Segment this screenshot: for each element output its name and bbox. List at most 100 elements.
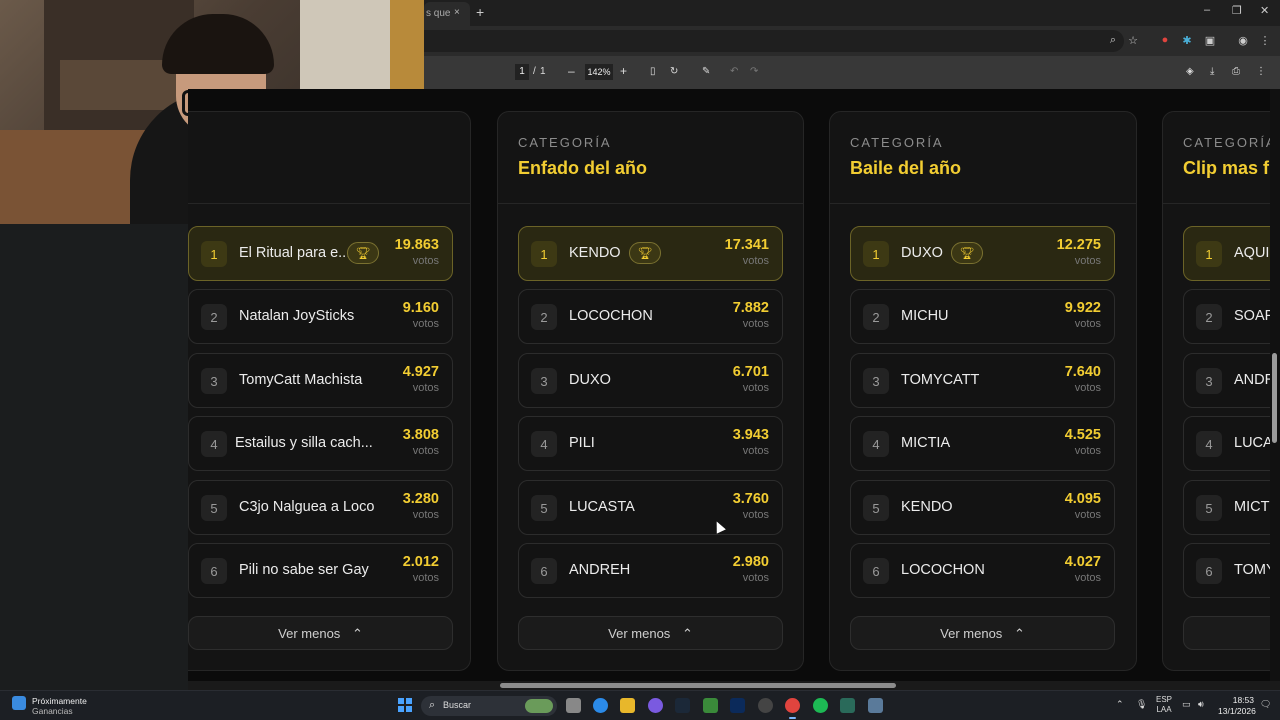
horizontal-scroll-thumb[interactable] [500, 683, 896, 688]
entry-name: El Ritual para e... [239, 245, 351, 261]
category-panel-baile: CATEGORÍA Baile del año 1 DUXO 🏆︎ 12.275… [829, 111, 1137, 671]
ranking-row: 5 MICT [1183, 480, 1270, 535]
extension-red-icon[interactable]: ● [1158, 34, 1172, 48]
vertical-scroll-thumb[interactable] [1272, 353, 1277, 443]
annotate-icon[interactable]: ✎ [702, 66, 710, 77]
category-header: CATEGORÍA Enfado del año [498, 112, 803, 204]
vote-label: votos [742, 445, 769, 457]
ver-menos-button[interactable]: Ver menos ⌃ [188, 616, 453, 650]
entry-name: Pili no sabe ser Gay [239, 562, 369, 578]
extensions-puzzle-icon[interactable]: ▣ [1203, 34, 1217, 48]
ver-menos-button[interactable] [1183, 616, 1270, 650]
vote-count: 7.882 votos [733, 300, 769, 330]
redo-icon[interactable]: ↷ [750, 66, 758, 77]
discord-icon[interactable] [648, 698, 663, 713]
vertical-scrollbar[interactable] [1270, 89, 1280, 681]
vote-label: votos [1074, 382, 1101, 394]
ver-menos-button[interactable]: Ver menos ⌃ [518, 616, 783, 650]
horizontal-scrollbar[interactable] [188, 681, 1280, 690]
chrome-icon[interactable] [785, 698, 800, 719]
vote-number: 4.095 [1064, 491, 1101, 507]
fit-page-icon[interactable]: ▯ [650, 66, 656, 77]
entry-name: Natalan JoySticks [239, 308, 355, 324]
category-label: CATEGORÍA [518, 135, 612, 150]
vote-label: votos [1074, 445, 1101, 457]
entry-name: PILI [569, 435, 595, 451]
app-icon[interactable] [868, 698, 883, 713]
maximize-button[interactable]: ❐ [1232, 4, 1242, 17]
rank-badge: 1 [863, 241, 889, 267]
ranking-row: 4 Estailus y silla cach... 3.808 votos [188, 416, 453, 471]
ranking-row: 2 MICHU 9.922 votos [850, 289, 1115, 344]
vote-count: 9.922 votos [1065, 300, 1101, 330]
profile-avatar-icon[interactable]: ◉ [1236, 34, 1250, 48]
category-title: Baile del año [850, 158, 962, 178]
photoshop-icon[interactable] [730, 698, 745, 713]
windows-logo-tile [398, 698, 404, 704]
file-explorer-icon[interactable] [620, 698, 635, 713]
zoom-level-input[interactable]: 142% [585, 64, 613, 80]
entry-name: C3jo Nalguea a Loco [239, 499, 375, 515]
more-options-icon[interactable]: ⋮ [1256, 66, 1266, 77]
browser-tab[interactable]: s que × [424, 2, 470, 26]
left-background-pane [0, 224, 188, 690]
undo-icon[interactable]: ↶ [730, 66, 738, 77]
print-icon[interactable]: ⎙ [1232, 66, 1240, 77]
network-icon[interactable]: ▭ [1182, 699, 1191, 710]
entry-name: ANDREH [569, 562, 631, 578]
save-to-drive-icon[interactable]: ◈ [1186, 66, 1194, 77]
tab-close-icon[interactable]: × [454, 7, 460, 18]
extension-blue-icon[interactable]: ✱ [1180, 34, 1194, 48]
vote-number: 3.808 [402, 427, 439, 443]
ranking-row: 3 TomyCatt Machista 4.927 votos [188, 353, 453, 408]
language-indicator[interactable]: ESP LAA [1156, 695, 1172, 715]
tab-title: s que [426, 8, 451, 19]
zoom-icon[interactable]: ⌕ [1106, 34, 1120, 48]
spotify-icon[interactable] [813, 698, 828, 713]
page-number-input[interactable]: 1 [515, 64, 529, 80]
excel-icon[interactable] [840, 698, 855, 713]
task-view-icon[interactable] [566, 698, 581, 713]
address-bar: ⌕ ☆ ● ✱ ▣ ◉ ⋮ [424, 26, 1280, 56]
vote-count: 17.341 votos [725, 237, 769, 267]
system-clock[interactable]: 18:53 13/1/2026 [1218, 695, 1256, 717]
vote-number: 4.927 [402, 364, 439, 380]
microphone-icon[interactable]: 🎙︎ [1136, 699, 1147, 710]
taskbar-search[interactable]: ⌕ Buscar [421, 696, 557, 716]
url-input[interactable] [424, 30, 1124, 52]
steam-icon[interactable] [675, 698, 690, 713]
xbox-icon[interactable] [703, 698, 718, 713]
volume-icon[interactable]: 🔊︎ [1198, 699, 1204, 710]
widgets-icon[interactable] [12, 696, 26, 710]
edge-icon[interactable] [593, 698, 608, 713]
widget-title[interactable]: Próximamente [32, 696, 87, 706]
bookmark-star-icon[interactable]: ☆ [1126, 34, 1140, 48]
chevron-up-icon: ⌃ [681, 626, 693, 641]
minimize-button[interactable]: – [1204, 4, 1210, 16]
close-window-button[interactable]: ✕ [1260, 4, 1269, 17]
widget-subtitle[interactable]: Ganancias [32, 706, 73, 716]
category-title: Enfado del año [518, 158, 648, 178]
zoom-in-button[interactable]: + [620, 64, 627, 78]
start-button[interactable] [398, 698, 412, 712]
entry-name: MICT [1234, 499, 1270, 515]
ver-menos-button[interactable]: Ver menos ⌃ [850, 616, 1115, 650]
category-header [188, 112, 470, 204]
vote-label: votos [412, 318, 439, 330]
vote-count: 6.701 votos [733, 364, 769, 394]
ver-menos-label: Ver menos [940, 626, 1003, 641]
rank-badge: 6 [201, 558, 227, 584]
notifications-icon[interactable]: 🗨︎ [1260, 699, 1271, 710]
tray-overflow-icon[interactable]: ⌃ [1116, 699, 1124, 710]
new-tab-button[interactable]: + [476, 4, 484, 20]
download-icon[interactable]: ⤓ [1210, 66, 1214, 77]
ranking-row: 5 C3jo Nalguea a Loco 3.280 votos [188, 480, 453, 535]
obs-icon[interactable] [758, 698, 773, 713]
ranking-row-winner: 1 El Ritual para e... 🏆︎ 19.863 votos [188, 226, 453, 281]
browser-menu-icon[interactable]: ⋮ [1258, 34, 1272, 48]
rank-badge: 5 [1196, 495, 1222, 521]
zoom-out-button[interactable]: – [568, 64, 575, 78]
clock-time: 18:53 [1232, 695, 1254, 705]
rank-badge: 6 [1196, 558, 1222, 584]
rotate-icon[interactable]: ↻ [670, 66, 678, 77]
